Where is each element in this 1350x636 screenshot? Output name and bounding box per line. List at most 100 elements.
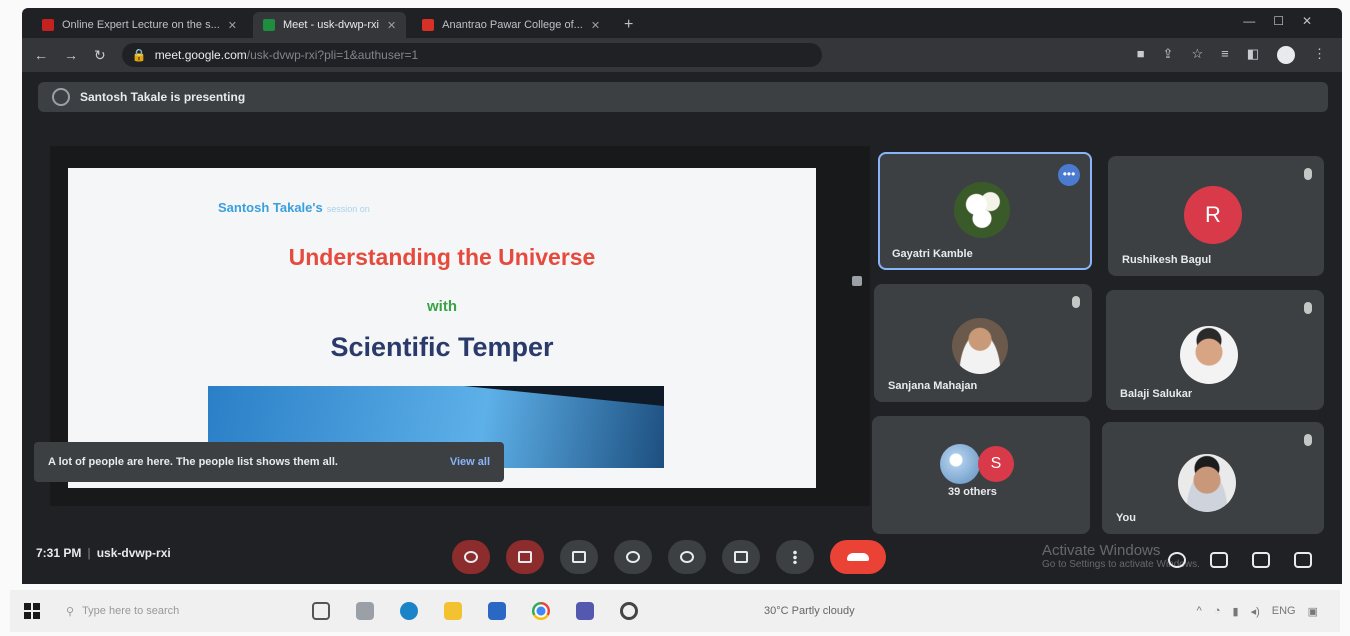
captions-icon xyxy=(572,551,586,563)
close-icon[interactable]: ✕ xyxy=(591,19,600,32)
slide-title-line1: Understanding the Universe xyxy=(288,244,596,270)
leave-call-button[interactable] xyxy=(830,540,886,574)
lock-icon: 🔒 xyxy=(131,48,147,62)
pin-icon[interactable] xyxy=(852,276,862,286)
mic-off-icon xyxy=(1072,296,1080,308)
tab-label: Meet - usk-dvwp-rxi xyxy=(282,19,379,31)
meet-controls-bar: 7:31 PM | usk-dvwp-rxi Activate Windows Go… xyxy=(22,528,1342,584)
volume-icon[interactable]: ◂) xyxy=(1251,605,1260,618)
participant-name: Balaji Salukar xyxy=(1120,388,1193,400)
system-tray: ^ ◔ ▮ ◂) ENG ▣ xyxy=(1197,605,1318,618)
teams-icon[interactable] xyxy=(576,602,594,620)
close-icon[interactable]: ✕ xyxy=(228,19,237,32)
browser-toolbar: ← → ↻ 🔒 meet.google.com/usk-dvwp-rxi?pli… xyxy=(22,38,1342,72)
browser-tab-3[interactable]: Anantrao Pawar College of... ✕ xyxy=(412,12,610,38)
close-icon[interactable]: ✕ xyxy=(387,19,396,32)
new-tab-button[interactable]: + xyxy=(616,12,641,38)
participant-tile[interactable]: You xyxy=(1102,422,1324,534)
participant-tile[interactable]: S 39 others xyxy=(872,416,1090,534)
meet-icon xyxy=(262,19,275,31)
browser-tab-2[interactable]: Meet - usk-dvwp-rxi ✕ xyxy=(252,12,407,38)
slide: Santosh Takale's session on Understanding… xyxy=(68,168,816,488)
address-bar[interactable]: 🔒 meet.google.com/usk-dvwp-rxi?pli=1&aut… xyxy=(121,43,822,67)
view-all-button[interactable]: View all xyxy=(450,456,490,468)
participant-name: Gayatri Kamble xyxy=(892,248,973,260)
meeting-info: 7:31 PM | usk-dvwp-rxi xyxy=(36,546,171,560)
forward-icon[interactable]: → xyxy=(64,47,78,63)
present-button[interactable] xyxy=(722,540,760,574)
captions-button[interactable] xyxy=(560,540,598,574)
settings-icon[interactable] xyxy=(620,602,638,620)
participant-tile[interactable]: ••• Gayatri Kamble xyxy=(878,152,1092,270)
camera-icon[interactable]: ■ xyxy=(1137,46,1145,64)
star-icon[interactable]: ☆ xyxy=(1191,46,1203,64)
toast-message: A lot of people are here. The people lis… xyxy=(48,456,338,468)
extensions-icon[interactable]: ≡ xyxy=(1221,46,1229,64)
weather-widget[interactable]: 30°C Partly cloudy xyxy=(764,605,855,617)
mic-off-icon xyxy=(1304,302,1312,314)
more-vert-icon xyxy=(793,550,797,564)
more-options-button[interactable] xyxy=(776,540,814,574)
chevron-up-icon[interactable]: ^ xyxy=(1197,605,1202,618)
chat-icon[interactable] xyxy=(1252,552,1270,568)
avatar: R xyxy=(1184,186,1242,244)
avatar xyxy=(1180,326,1238,384)
phone-hangup-icon xyxy=(847,553,869,561)
windows-start-icon[interactable] xyxy=(24,603,40,619)
presenting-text: Santosh Takale is presenting xyxy=(80,90,246,104)
presenting-banner: Santosh Takale is presenting xyxy=(38,82,1328,112)
activities-icon[interactable] xyxy=(1294,552,1312,568)
camera-button[interactable] xyxy=(506,540,544,574)
reload-icon[interactable]: ↻ xyxy=(94,47,106,64)
battery-icon[interactable]: ▮ xyxy=(1233,605,1239,618)
speaking-indicator-icon: ••• xyxy=(1058,164,1080,186)
info-icon[interactable] xyxy=(1168,552,1186,568)
avatar xyxy=(1178,454,1236,512)
participant-name: 39 others xyxy=(948,486,997,498)
people-icon[interactable] xyxy=(1210,552,1228,568)
network-icon[interactable]: ◔ xyxy=(1214,605,1221,618)
task-view-icon[interactable] xyxy=(312,602,330,620)
mail-icon[interactable] xyxy=(488,602,506,620)
slide-title-line3: Scientific Temper xyxy=(330,332,554,362)
tab-label: Online Expert Lecture on the s... xyxy=(62,19,220,31)
raise-hand-button[interactable] xyxy=(614,540,652,574)
youtube-icon xyxy=(422,19,435,31)
taskbar-search[interactable]: ⚲ Type here to search xyxy=(66,605,286,618)
side-panel-controls xyxy=(1168,552,1312,568)
hand-icon xyxy=(626,551,640,563)
browser-tab-1[interactable]: Online Expert Lecture on the s... ✕ xyxy=(32,12,247,38)
widgets-icon[interactable] xyxy=(356,602,374,620)
people-toast: A lot of people are here. The people lis… xyxy=(34,442,504,482)
participant-tile[interactable]: R Rushikesh Bagul xyxy=(1108,156,1324,276)
search-icon: ⚲ xyxy=(66,605,75,618)
slide-title-line2: with xyxy=(427,298,457,315)
back-icon[interactable]: ← xyxy=(34,47,48,63)
chrome-icon[interactable] xyxy=(532,602,550,620)
present-icon xyxy=(52,88,70,106)
participant-name: Rushikesh Bagul xyxy=(1122,254,1212,266)
edge-icon[interactable] xyxy=(400,602,418,620)
profile-avatar[interactable] xyxy=(1277,46,1295,64)
browser-tabbar: Online Expert Lecture on the s... ✕ Meet… xyxy=(22,8,1342,38)
participant-tile[interactable]: Sanjana Mahajan xyxy=(874,284,1092,402)
language-indicator[interactable]: ENG xyxy=(1272,605,1296,618)
mic-button[interactable] xyxy=(452,540,490,574)
reactions-button[interactable] xyxy=(668,540,706,574)
gmail-icon xyxy=(42,19,54,31)
notification-icon[interactable]: ▣ xyxy=(1308,605,1318,618)
share-icon[interactable]: ⇪ xyxy=(1163,46,1174,64)
mic-off-icon xyxy=(464,551,478,563)
window-controls[interactable]: —☐✕ xyxy=(1243,14,1330,28)
activate-title: Activate Windows xyxy=(1042,542,1161,559)
toolbar-actions: ■ ⇪ ☆ ≡ ◧ ⋮ xyxy=(1137,46,1342,64)
participant-tile[interactable]: Balaji Salukar xyxy=(1106,290,1324,410)
file-explorer-icon[interactable] xyxy=(444,602,462,620)
emoji-icon xyxy=(680,551,694,563)
participant-name: You xyxy=(1116,512,1136,524)
menu-icon[interactable]: ⋮ xyxy=(1313,46,1326,64)
windows-taskbar: ⚲ Type here to search 30°C Partly cloudy… xyxy=(10,590,1340,632)
sidebar-icon[interactable]: ◧ xyxy=(1247,46,1259,64)
avatar xyxy=(954,182,1010,238)
search-placeholder: Type here to search xyxy=(82,604,180,617)
